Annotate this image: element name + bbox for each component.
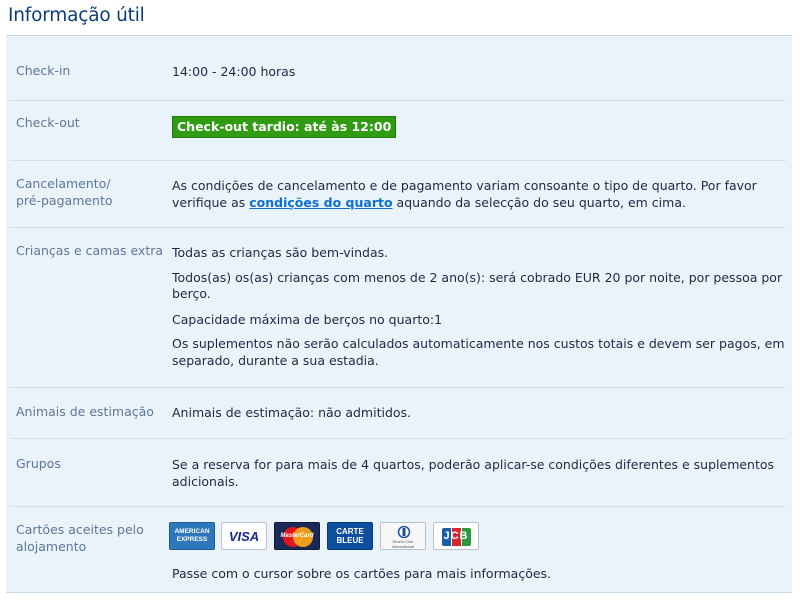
checkout-label: Check-out: [16, 115, 80, 130]
divider: [10, 387, 786, 388]
mastercard-text: MasterCard: [280, 533, 314, 539]
divider: [10, 100, 786, 101]
children-policy-4: Os suplementos não serão calculados auto…: [172, 336, 785, 368]
jcb-card-icon[interactable]: JCB: [433, 522, 479, 550]
carte-bleue-line1: CARTE: [336, 527, 364, 536]
cancellation-label-line2: pré-pagamento: [16, 193, 113, 208]
checkout-content: Check-out tardio: até às 12:00: [172, 116, 786, 138]
diners-logo: [397, 526, 411, 538]
cancellation-text-after: aquando da selecção do seu quarto, em ci…: [396, 194, 686, 210]
amex-line2: EXPRESS: [176, 536, 208, 543]
children-policy-2: Todos(as) os(as) crianças com menos de 2…: [172, 269, 783, 302]
divider: [10, 438, 786, 439]
pets-label: Animais de estimação: [16, 404, 154, 419]
late-checkout-badge: Check-out tardio: até às 12:00: [172, 116, 397, 138]
children-policy-3: Capacidade máxima de berços no quarto:1: [172, 311, 443, 327]
divider: [10, 506, 786, 507]
cancellation-label: Cancelamento/ pré-pagamento: [16, 175, 166, 209]
info-panel: Check-in 14:00 - 24:00 horas Check-out C…: [6, 35, 792, 593]
cards-label: Cartões aceites pelo alojamento: [16, 521, 166, 555]
diners-line2: International: [391, 544, 414, 549]
carte-bleue-line2: BLEUE: [336, 536, 364, 545]
visa-text: VISA: [228, 528, 260, 544]
cards-hint: Passe com o cursor sobre os cartões para…: [172, 566, 552, 581]
cards-label-line2: alojamento: [16, 539, 87, 554]
page-title: Informação útil: [8, 5, 145, 26]
divider: [10, 227, 786, 228]
carte-bleue-card-icon[interactable]: CARTE BLEUE: [327, 522, 373, 550]
children-policy-1: Todas as crianças são bem-vindas.: [172, 245, 389, 260]
groups-value: Se a reserva for para mais de 4 quartos,…: [172, 457, 775, 489]
cards-label-line1: Cartões aceites pelo: [16, 522, 144, 537]
amex-line1: AMERICAN: [174, 528, 210, 535]
visa-card-icon[interactable]: VISA: [221, 522, 267, 550]
children-label: Crianças e camas extra: [16, 243, 164, 258]
cancellation-label-line1: Cancelamento/: [16, 176, 111, 191]
groups-label: Grupos: [16, 456, 61, 471]
amex-card-icon[interactable]: AMERICAN EXPRESS: [169, 522, 215, 550]
jcb-text: JCB: [443, 530, 469, 542]
children-content: Todas as crianças são bem-vindas. Todos(…: [172, 245, 786, 369]
divider: [10, 160, 786, 161]
mastercard-card-icon[interactable]: MasterCard: [274, 522, 320, 550]
room-conditions-link[interactable]: condições do quarto: [249, 195, 392, 210]
cancellation-text: As condições de cancelamento e de pagame…: [172, 178, 786, 211]
checkin-value: 14:00 - 24:00 horas: [172, 64, 296, 79]
pets-value: Animais de estimação: não admitidos.: [172, 405, 412, 420]
diners-club-card-icon[interactable]: Diners Club International: [380, 522, 426, 550]
checkin-label: Check-in: [16, 63, 71, 78]
